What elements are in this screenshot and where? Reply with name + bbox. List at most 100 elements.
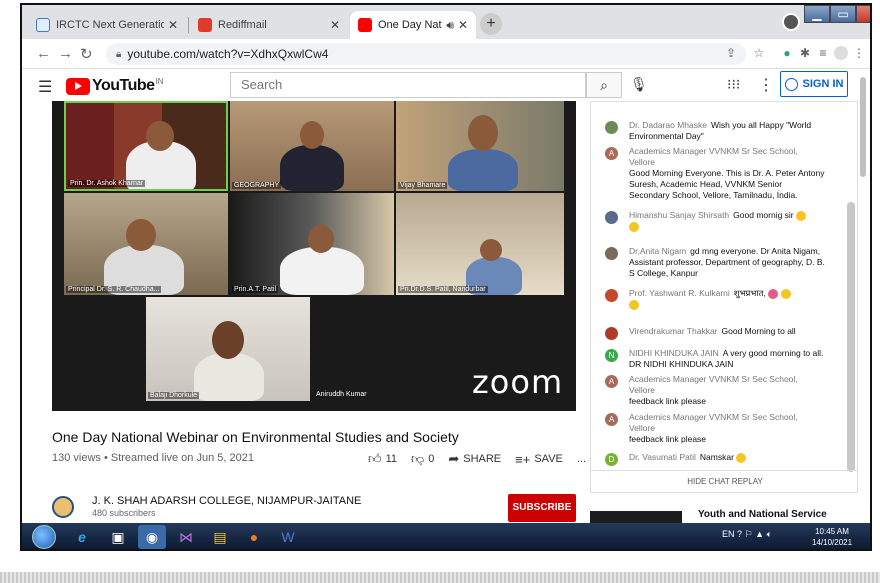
help-icon[interactable]: ?	[737, 529, 742, 539]
like-button[interactable]: 👍︎ 11	[368, 451, 397, 467]
tab-webinar[interactable]: One Day National Webinar o 🔊︎ ✕	[350, 11, 476, 39]
system-clock[interactable]: 10:45 AM 14/10/2021	[812, 526, 852, 548]
person-figure	[280, 145, 344, 191]
subscribe-button[interactable]: SUBSCRIBE	[508, 494, 576, 522]
flower-emoji-icon	[768, 288, 779, 299]
close-icon[interactable]: ✕	[458, 18, 468, 32]
search-input[interactable]: Search	[230, 72, 586, 98]
minimize-icon[interactable]: ▁	[804, 5, 830, 23]
language-indicator[interactable]: EN	[722, 529, 735, 539]
tab-rediffmail[interactable]: Rediffmail ✕	[190, 11, 348, 39]
chat-replay-panel: Dr. Dadarao Mhaske Wish you all Happy "Wo…	[590, 101, 858, 493]
avatar: A	[605, 147, 618, 160]
save-button[interactable]: ≡+ SAVE	[515, 452, 563, 467]
chat-scrollbar[interactable]	[847, 202, 855, 472]
youtube-play-icon	[66, 77, 90, 95]
close-icon[interactable]: ✕	[168, 18, 178, 32]
video-player[interactable]: Prin. Dr. Ashok Kharnar GEOGRAPHY Vijay …	[52, 101, 576, 411]
user-circle-icon	[784, 77, 798, 91]
word-icon[interactable]: W	[274, 525, 302, 549]
person-figure	[448, 149, 518, 191]
profile-icon[interactable]	[782, 13, 800, 31]
participant-tile: Prin.A.T. Patil	[230, 193, 394, 295]
new-tab-button[interactable]: +	[480, 13, 502, 35]
chrome-icon[interactable]: ◉	[138, 525, 166, 549]
chat-message: Virendrakumar Thakkar Good Morning to all	[605, 326, 825, 340]
url-field[interactable]: 🔒︎ youtube.com/watch?v=XdhxQxwlCw4	[106, 43, 746, 65]
chat-text: Good Morning to all	[721, 326, 796, 336]
chat-message: N NIDHI KHINDUKA JAIN A very good morning…	[605, 348, 825, 370]
more-actions-button[interactable]: ...	[577, 453, 586, 465]
puzzle-icon[interactable]: ✱	[798, 46, 812, 60]
participant-tile: Pri.Dr.D.S. Patil, Nandurbar	[396, 193, 564, 295]
youtube-header: ☰ YouTube IN Search ⌕ 🎙︎ ⁝⁝⁝ ⋮ SIGN IN	[22, 69, 870, 101]
url-text: youtube.com/watch?v=XdhxQxwlCw4	[127, 47, 329, 61]
like-count: 11	[385, 453, 398, 465]
sign-in-button[interactable]: SIGN IN	[780, 71, 848, 97]
person-head	[126, 219, 156, 251]
avatar	[605, 211, 618, 224]
back-arrow-icon[interactable]: ←	[36, 45, 51, 62]
avatar	[605, 327, 618, 340]
dislike-button[interactable]: 👎︎ 0	[411, 451, 434, 467]
volume-icon[interactable]: 🔈︎	[767, 529, 772, 539]
account-icon[interactable]	[834, 46, 848, 60]
clock-date: 14/10/2021	[812, 538, 853, 547]
network-icon[interactable]: ▲	[755, 529, 764, 539]
chat-author: NIDHI KHINDUKA JAIN	[629, 348, 719, 358]
folded-hands-emoji-icon	[736, 452, 747, 463]
microphone-icon[interactable]: 🎙︎	[630, 76, 648, 93]
internet-explorer-icon[interactable]: e	[68, 525, 96, 549]
chat-message: Dr.Anita Nigam gd mng everyone. Dr Anita …	[605, 246, 825, 279]
channel-avatar[interactable]	[52, 496, 74, 518]
window-close-icon[interactable]: ✕	[856, 5, 870, 23]
start-button-icon[interactable]	[32, 525, 56, 549]
reading-list-icon[interactable]: ≡	[816, 46, 830, 60]
youtube-logo[interactable]: YouTube IN	[66, 77, 164, 95]
person-head	[212, 321, 244, 359]
window-controls: ▁ ▭ ✕	[804, 5, 870, 27]
person-head	[300, 121, 324, 149]
forward-arrow-icon[interactable]: →	[58, 45, 73, 62]
chat-message: D Dr. Vasumati Patil Namskar	[605, 452, 825, 466]
apps-grid-icon[interactable]: ⁝⁝⁝	[727, 76, 740, 93]
participant-name: Principal Dr. S. R. Chaudha...	[66, 286, 162, 293]
firefox-icon[interactable]: ●	[240, 525, 268, 549]
avatar	[605, 289, 618, 302]
share-page-icon[interactable]: ⇪	[724, 46, 738, 60]
hand-emoji-icon	[629, 299, 639, 310]
participant-name: Prin.A.T. Patil	[232, 286, 279, 293]
hamburger-menu-icon[interactable]: ☰	[38, 77, 52, 97]
save-label: SAVE	[534, 453, 563, 465]
clap-emoji-icon	[796, 210, 807, 221]
visual-studio-icon[interactable]: ⋈	[172, 525, 200, 549]
tab-irctc[interactable]: IRCTC Next Generation eTicketin ✕	[28, 11, 186, 39]
tab-separator	[188, 17, 189, 33]
chat-message: A Academics Manager VVNKM Sr Sec School,…	[605, 374, 825, 407]
maximize-icon[interactable]: ▭	[830, 5, 856, 23]
chat-author: Dr. Dadarao Mhaske	[629, 120, 707, 130]
avatar	[605, 247, 618, 260]
playlist-add-icon: ≡+	[515, 451, 531, 467]
settings-dots-icon[interactable]: ⋮	[758, 75, 774, 95]
hide-chat-replay-button[interactable]: HIDE CHAT REPLAY	[591, 470, 857, 492]
share-button[interactable]: ➦ SHARE	[448, 451, 501, 467]
close-icon[interactable]: ✕	[330, 18, 340, 32]
reload-icon[interactable]: ↻	[80, 45, 93, 63]
participant-tile: Prin. Dr. Ashok Kharnar	[64, 101, 228, 191]
dislike-count: 0	[428, 453, 435, 465]
bottom-decorative-strip	[0, 572, 880, 583]
menu-dots-icon[interactable]: ⋮	[852, 46, 866, 60]
file-explorer-icon[interactable]: ▤	[206, 525, 234, 549]
flag-icon[interactable]: ⚐	[745, 529, 753, 539]
channel-name[interactable]: J. K. SHAH ADARSH COLLEGE, NIJAMPUR-JAIT…	[92, 495, 361, 507]
page-scrollbar[interactable]	[860, 77, 866, 177]
chat-author: Himanshu Sanjay Shirsath	[629, 210, 730, 220]
media-player-icon[interactable]: ▣	[104, 525, 132, 549]
participant-name: Pri.Dr.D.S. Patil, Nandurbar	[398, 286, 488, 293]
search-icon[interactable]: ⌕	[586, 72, 622, 98]
participant-name: Aniruddh Kumar	[316, 391, 367, 398]
bookmark-star-icon[interactable]: ☆	[752, 46, 766, 60]
extension-icon[interactable]: ●	[780, 46, 794, 60]
share-label: SHARE	[463, 453, 502, 465]
